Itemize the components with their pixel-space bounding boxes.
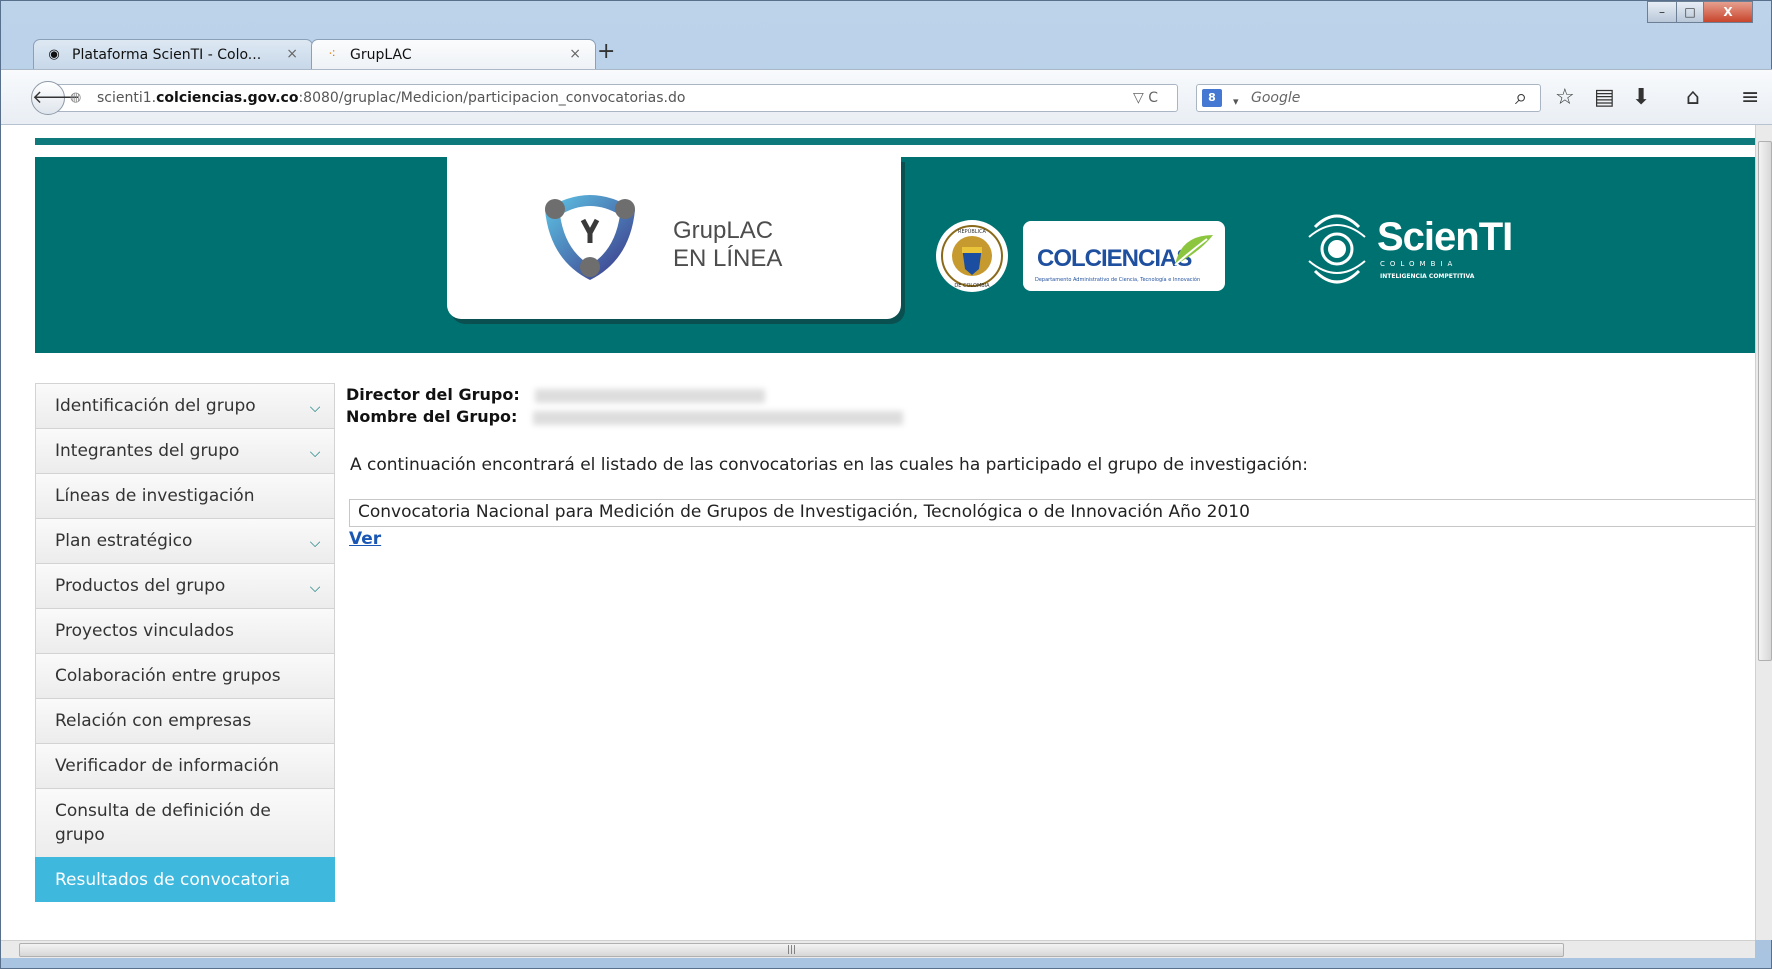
chevron-down-icon[interactable]: ⌵ <box>306 576 324 596</box>
sidebar-menu: Identificación del grupo ⌵ Integrantes de… <box>35 383 335 902</box>
director-value-redacted <box>534 388 765 403</box>
url-domain: colciencias.gov.co <box>156 90 299 106</box>
convocatoria-row: Convocatoria Nacional para Medición de G… <box>349 499 1755 527</box>
group-name-label: Nombre del Grupo: <box>346 407 518 426</box>
chevron-down-icon[interactable]: ⌵ <box>306 396 324 416</box>
sidebar-item-colaboracion[interactable]: Colaboración entre grupos <box>35 653 335 698</box>
sidebar-item-label: Líneas de investigación <box>55 486 255 506</box>
sidebar-item-plan-estrategico[interactable]: Plan estratégico ⌵ <box>35 518 335 563</box>
sidebar-item-verificador[interactable]: Verificador de información <box>35 743 335 788</box>
gruplac-logo-icon <box>545 195 635 280</box>
loading-icon: ⁖ <box>328 47 336 62</box>
group-name-value-redacted <box>532 410 903 425</box>
search-placeholder: Google <box>1251 90 1301 106</box>
sidebar-item-label: Proyectos vinculados <box>55 621 235 641</box>
director-row: Director del Grupo: <box>346 385 765 404</box>
app-name-line2: EN LÍNEA <box>673 245 783 272</box>
minimize-button[interactable]: – <box>1647 1 1677 23</box>
sidebar-item-label: Relación con empresas <box>55 711 252 731</box>
scienti-logo-icon <box>1308 214 1366 284</box>
scienti-wordmark: ScienTI <box>1377 215 1513 259</box>
sidebar-item-label: Integrantes del grupo <box>55 441 240 461</box>
menu-icon[interactable]: ≡ <box>1741 86 1759 110</box>
sidebar-item-label: Productos del grupo <box>55 576 226 596</box>
sidebar-item-integrantes[interactable]: Integrantes del grupo ⌵ <box>35 428 335 473</box>
page-viewport: GrupLAC EN LÍNEA REPÚBLICA DE COLOMBIA C… <box>1 125 1755 940</box>
url-path: :8080/gruplac/Medicion/participacion_con… <box>298 90 686 106</box>
header-banner: GrupLAC EN LÍNEA REPÚBLICA DE COLOMBIA C… <box>35 157 1755 353</box>
tab-gruplac[interactable]: ⁖ GrupLAC × <box>311 39 596 69</box>
seal-bottom-text: DE COLOMBIA <box>954 283 990 289</box>
vertical-scrollbar[interactable] <box>1755 125 1772 940</box>
sidebar-item-productos[interactable]: Productos del grupo ⌵ <box>35 563 335 608</box>
sidebar-item-label: Verificador de información <box>55 756 279 776</box>
top-accent-line <box>35 138 1755 145</box>
sidebar-item-lineas[interactable]: Líneas de investigación <box>35 473 335 518</box>
new-tab-button[interactable]: + <box>597 39 615 64</box>
tab-label: GrupLAC <box>350 47 412 63</box>
scienti-tagline: INTELIGENCIA COMPETITIVA <box>1380 273 1475 280</box>
director-label: Director del Grupo: <box>346 385 520 404</box>
back-button[interactable]: 🡐 <box>31 81 80 115</box>
scienti-favicon-icon: ◉ <box>48 47 60 62</box>
site-identity-icon[interactable]: ◍ <box>70 90 86 106</box>
sidebar-item-resultados[interactable]: Resultados de convocatoria <box>35 857 335 902</box>
colombia-seal-icon: REPÚBLICA DE COLOMBIA <box>936 220 1008 292</box>
search-icon[interactable]: ⌕ <box>1515 86 1527 110</box>
horizontal-scrollbar[interactable]: ||| <box>1 940 1755 958</box>
scienti-country: COLOMBIA <box>1380 260 1458 268</box>
sidebar-item-consulta-definicion[interactable]: Consulta de definición de grupo <box>35 788 335 857</box>
vertical-scroll-thumb[interactable] <box>1758 141 1772 661</box>
close-window-button[interactable]: X <box>1703 1 1753 23</box>
sidebar-item-proyectos[interactable]: Proyectos vinculados <box>35 608 335 653</box>
browser-window: ◉ Plataforma ScienTI - Colo... × ⁖ GrupL… <box>0 0 1772 969</box>
group-name-row: Nombre del Grupo: <box>346 407 903 426</box>
home-icon[interactable]: ⌂ <box>1686 86 1700 110</box>
reload-button[interactable]: ▽ C <box>1133 90 1158 106</box>
app-name-line1: GrupLAC <box>673 217 774 244</box>
colciencias-logo: COLCIENCIAS Departamento Administrativo … <box>1023 221 1225 291</box>
tab-plataforma-scienti[interactable]: ◉ Plataforma ScienTI - Colo... × <box>33 39 313 69</box>
intro-text: A continuación encontrará el listado de … <box>350 455 1308 475</box>
engine-dropdown-icon[interactable]: ▾ <box>1233 90 1239 114</box>
colciencias-wordmark: COLCIENCIAS <box>1037 245 1192 272</box>
gruplac-logo-box: GrupLAC EN LÍNEA <box>447 157 901 319</box>
dropdown-icon: ▽ <box>1133 90 1144 106</box>
url-prefix: scienti1. <box>97 90 157 106</box>
sidebar-item-label: Colaboración entre grupos <box>55 666 281 686</box>
close-tab-icon[interactable]: × <box>286 46 298 62</box>
maximize-button[interactable]: □ <box>1676 1 1704 23</box>
bookmark-star-icon[interactable]: ☆ <box>1555 86 1575 110</box>
reload-icon: C <box>1148 90 1159 106</box>
navigation-bar: scienti1.colciencias.gov.co:8080/gruplac… <box>1 69 1772 125</box>
downloads-icon[interactable]: ⬇ <box>1632 86 1650 110</box>
close-tab-icon[interactable]: × <box>569 46 581 62</box>
search-input[interactable]: Google <box>1196 84 1541 112</box>
colciencias-subtitle: Departamento Administrativo de Ciencia, … <box>1035 277 1201 283</box>
google-engine-icon[interactable]: 8 <box>1202 89 1222 107</box>
sidebar-item-identificacion[interactable]: Identificación del grupo ⌵ <box>35 383 335 428</box>
sidebar-item-label: Identificación del grupo <box>55 396 256 416</box>
sidebar-item-label: Plan estratégico <box>55 531 193 551</box>
bookmarks-list-icon[interactable]: ▤ <box>1594 86 1615 110</box>
sidebar-item-relacion-empresas[interactable]: Relación con empresas <box>35 698 335 743</box>
sidebar-item-label: Consulta de definición de grupo <box>55 801 271 845</box>
ver-link[interactable]: Ver <box>349 529 381 549</box>
url-bar[interactable]: scienti1.colciencias.gov.co:8080/gruplac… <box>51 84 1178 112</box>
chevron-down-icon[interactable]: ⌵ <box>306 531 324 551</box>
tab-label: Plataforma ScienTI - Colo... <box>72 47 262 63</box>
tab-strip: ◉ Plataforma ScienTI - Colo... × ⁖ GrupL… <box>1 1 1772 69</box>
sidebar-item-label: Resultados de convocatoria <box>55 870 290 890</box>
horizontal-scroll-thumb[interactable]: ||| <box>19 943 1564 957</box>
chevron-down-icon[interactable]: ⌵ <box>306 441 324 461</box>
seal-top-text: REPÚBLICA <box>958 228 986 235</box>
colciencias-leaf-icon <box>1174 235 1213 266</box>
